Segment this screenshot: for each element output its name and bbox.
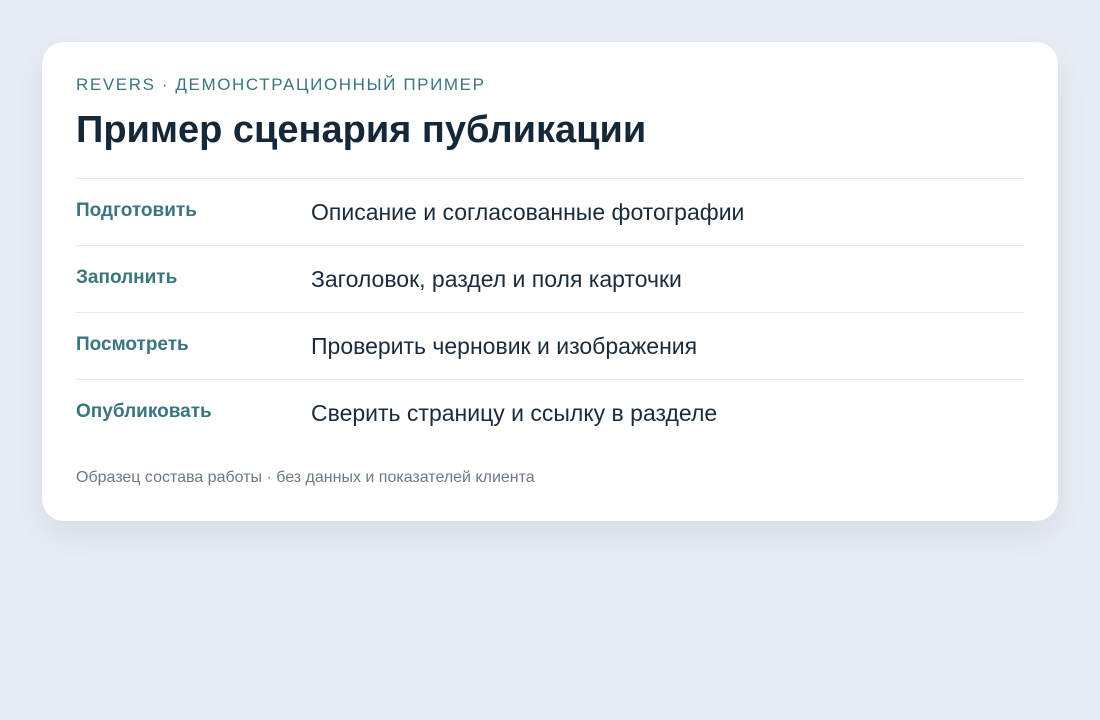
step-row-publish: Опубликовать Сверить страницу и ссылку в…: [76, 380, 1024, 446]
card-footnote: Образец состава работы · без данных и по…: [76, 469, 535, 486]
page-title: Пример сценария публикации: [76, 109, 647, 151]
step-label: Опубликовать: [76, 401, 212, 422]
step-label: Подготовить: [76, 200, 197, 221]
step-description: Описание и согласованные фотографии: [311, 199, 745, 225]
step-description: Проверить черновик и изображения: [311, 333, 698, 359]
card-eyebrow: REVERS · ДЕМОНСТРАЦИОННЫЙ ПРИМЕР: [76, 75, 486, 94]
step-label: Заполнить: [76, 267, 178, 288]
step-description: Сверить страницу и ссылку в разделе: [311, 400, 718, 426]
step-row-fill: Заполнить Заголовок, раздел и поля карто…: [76, 246, 1024, 313]
scenario-card: REVERS · ДЕМОНСТРАЦИОННЫЙ ПРИМЕР Пример …: [42, 42, 1058, 521]
step-label: Посмотреть: [76, 334, 189, 355]
steps-list: Подготовить Описание и согласованные фот…: [76, 178, 1024, 446]
step-description: Заголовок, раздел и поля карточки: [311, 266, 682, 292]
step-row-prepare: Подготовить Описание и согласованные фот…: [76, 179, 1024, 246]
step-row-review: Посмотреть Проверить черновик и изображе…: [76, 313, 1024, 380]
